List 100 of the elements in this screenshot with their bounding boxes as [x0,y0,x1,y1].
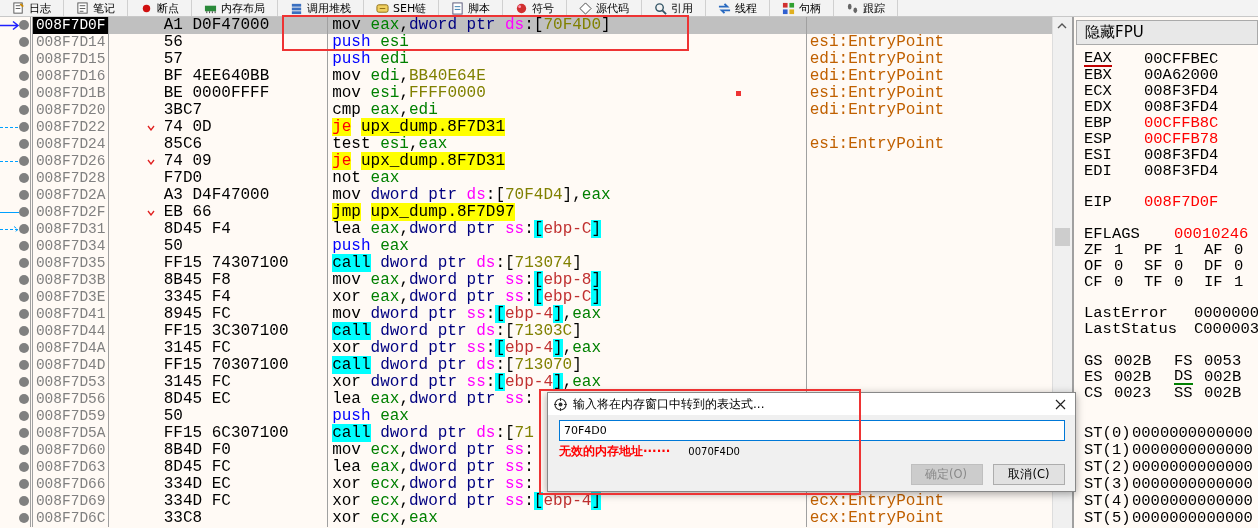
breakpoint-dot[interactable] [19,207,29,217]
address-cell[interactable]: 008F7D6C [32,510,109,527]
address-cell[interactable]: 008F7D56 [32,391,109,408]
breakpoint-dot[interactable] [19,241,29,251]
breakpoint-dot[interactable] [19,37,29,47]
address-cell[interactable]: 008F7D22 [32,119,109,136]
address-cell[interactable]: 008F7D44 [32,323,109,340]
toolbar-tab[interactable]: 跟踪 [834,0,899,16]
register-value[interactable]: 00CFFB78 [1144,131,1219,147]
register-value[interactable]: C000003 [1194,321,1258,337]
address-cell[interactable]: 008F7D41 [32,306,109,323]
address-cell[interactable]: 008F7D16 [32,68,109,85]
register-value[interactable]: 002B [1204,385,1242,401]
address-cell[interactable]: 008F7D3B [32,272,109,289]
breakpoint-dot[interactable] [19,479,29,489]
register-value[interactable]: 1 [1114,242,1124,258]
address-cell[interactable]: 008F7D26 [32,153,109,170]
register-value[interactable]: 008F7D0F [1144,194,1219,210]
register-value[interactable]: 0000000000000 [1132,442,1253,459]
register-value[interactable]: 0000000000000 [1132,510,1253,527]
address-cell[interactable]: 008F7D31 [32,221,109,238]
toolbar-tab[interactable]: 内存布局 [192,0,278,16]
breakpoint-dot[interactable] [19,190,29,200]
breakpoint-dot[interactable] [19,445,29,455]
toolbar-tab[interactable]: 符号 [503,0,568,16]
address-cell[interactable]: 008F7D4D [32,357,109,374]
register-value[interactable]: 0023 [1114,385,1152,401]
register-value[interactable]: 0000000000000 [1132,493,1253,510]
breakpoint-dot[interactable] [19,360,29,370]
breakpoint-dot[interactable] [19,377,29,387]
toolbar-tab[interactable]: 源代码 [567,0,643,16]
register-value[interactable]: 0 [1174,274,1184,290]
address-cell[interactable]: 008F7D3E [32,289,109,306]
address-cell[interactable]: 008F7D15 [32,51,109,68]
register-value[interactable]: 0000000000000 [1132,459,1253,476]
breakpoint-dot[interactable] [19,139,29,149]
breakpoint-dot[interactable] [19,496,29,506]
toolbar-tab[interactable]: 句柄 [770,0,835,16]
address-cell[interactable]: 008F7D28 [32,170,109,187]
address-cell[interactable]: 008F7D59 [32,408,109,425]
breakpoint-dot[interactable] [19,122,29,132]
breakpoint-dot[interactable] [19,428,29,438]
register-value[interactable]: 0 [1234,258,1244,274]
register-value[interactable]: 008F3FD4 [1144,163,1219,179]
address-cell[interactable]: 008F7D24 [32,136,109,153]
address-cell[interactable]: 008F7D2A [32,187,109,204]
address-cell[interactable]: 008F7D34 [32,238,109,255]
register-value[interactable]: 0053 [1204,353,1242,369]
toolbar-tab[interactable]: 笔记 [64,0,128,16]
address-cell[interactable]: 008F7D20 [32,102,109,119]
register-value[interactable]: 008F3FD4 [1144,83,1219,99]
toolbar-tab[interactable]: 脚本 [439,0,504,16]
address-cell[interactable]: 008F7D66 [32,476,109,493]
breakpoint-dot[interactable] [19,173,29,183]
address-cell[interactable]: 008F7D2F [32,204,109,221]
register-value[interactable]: 002B [1114,353,1152,369]
breakpoint-dot[interactable] [19,88,29,98]
register-value[interactable]: 0 [1174,258,1184,274]
breakpoint-dot[interactable] [19,394,29,404]
register-value[interactable]: 00CFFBEC [1144,51,1219,67]
breakpoint-dot[interactable] [19,292,29,302]
toolbar-tab[interactable]: SEH链 [364,0,440,16]
breakpoint-dot[interactable] [19,513,29,523]
breakpoint-dot[interactable] [19,275,29,285]
hide-fpu-button[interactable]: 隐藏FPU [1076,20,1258,45]
register-value[interactable]: 0 [1234,242,1244,258]
register-value[interactable]: 002B [1114,369,1152,385]
register-value[interactable]: 0000000000000 [1132,476,1253,493]
register-value[interactable]: 0 [1114,258,1124,274]
address-cell[interactable]: 008F7D53 [32,374,109,391]
toolbar-tab[interactable]: 引用 [642,0,707,16]
breakpoint-dot[interactable] [19,411,29,421]
register-value[interactable]: 00010246 [1174,226,1249,242]
toolbar-tab[interactable]: 调用堆栈 [278,0,364,16]
toolbar-tab[interactable]: 断点 [128,0,192,16]
breakpoint-dot[interactable] [19,156,29,166]
register-value[interactable]: 00CFFB8C [1144,115,1219,131]
breakpoint-dot[interactable] [19,326,29,336]
register-value[interactable]: 0000000 [1194,305,1258,321]
address-cell[interactable]: 008F7D63 [32,459,109,476]
dialog-button[interactable]: 取消(C) [993,464,1065,485]
address-cell[interactable]: 008F7D1B [32,85,109,102]
address-cell[interactable]: 008F7D69 [32,493,109,510]
address-cell[interactable]: 008F7D0F [32,17,109,34]
register-value[interactable]: 0000000000000 [1132,425,1253,442]
register-value[interactable]: 008F3FD4 [1144,99,1219,115]
address-cell[interactable]: 008F7D4A [32,340,109,357]
address-cell[interactable]: 008F7D14 [32,34,109,51]
breakpoint-dot[interactable] [19,309,29,319]
breakpoint-dot[interactable] [19,71,29,81]
scroll-thumb[interactable] [1055,228,1070,246]
breakpoint-dot[interactable] [19,258,29,268]
register-value[interactable]: 002B [1204,369,1242,385]
register-value[interactable]: 0 [1114,274,1124,290]
toolbar-tab[interactable]: 线程 [706,0,771,16]
breakpoint-dot[interactable] [19,54,29,64]
register-value[interactable]: 1 [1234,274,1244,290]
register-value[interactable]: 008F3FD4 [1144,147,1219,163]
register-value[interactable]: 00A62000 [1144,67,1219,83]
breakpoint-dot[interactable] [19,105,29,115]
